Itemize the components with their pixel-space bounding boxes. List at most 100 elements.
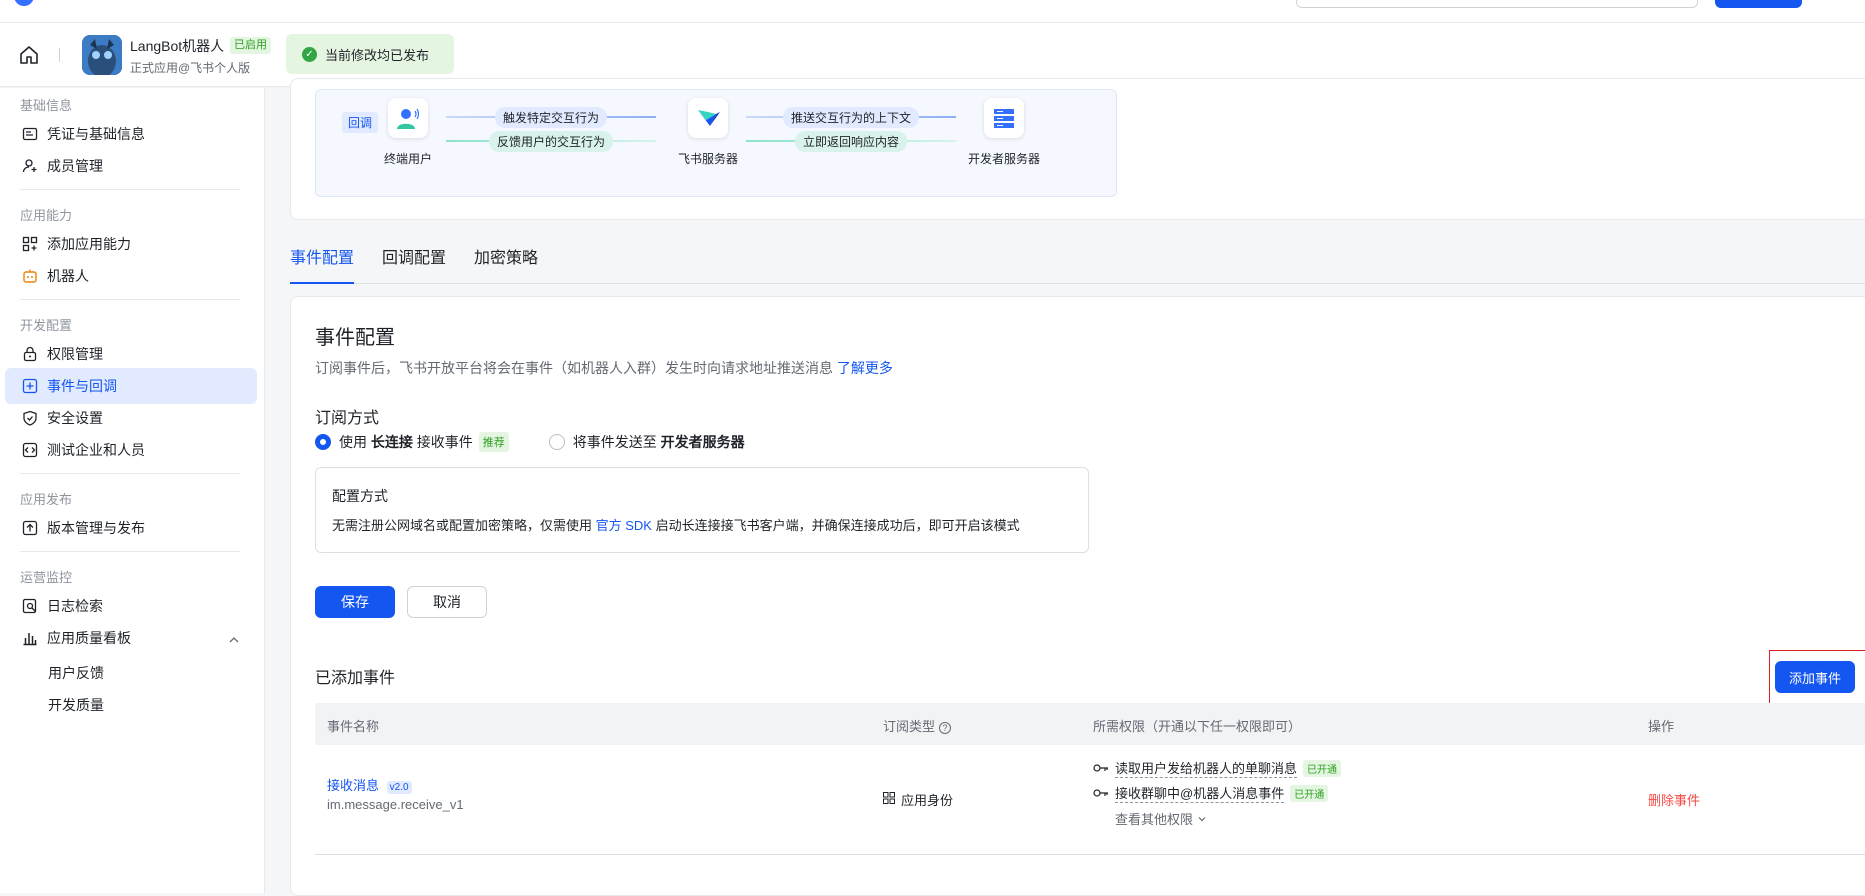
version-tag: v2.0 (386, 781, 412, 794)
sidebar-divider (20, 473, 240, 474)
status-badge: 已启用 (230, 37, 271, 54)
sidebar-divider (20, 551, 240, 552)
tab-callback-config[interactable]: 回调配置 (382, 244, 446, 284)
sidebar-item-events[interactable]: 事件与回调 (5, 368, 257, 404)
sidebar-item-credentials[interactable]: 凭证与基础信息 (5, 116, 257, 152)
option-text: 接收事件 (416, 434, 473, 450)
log-search-icon (21, 597, 39, 615)
key-icon (1093, 761, 1109, 776)
sidebar-item-quality[interactable]: 应用质量看板 (5, 620, 257, 656)
sidebar-item-versions[interactable]: 版本管理与发布 (5, 510, 257, 546)
code-icon (21, 441, 39, 459)
radio-long-connection[interactable] (315, 434, 331, 450)
sidebar-subitem-dev-quality[interactable]: 开发质量 (48, 695, 104, 715)
config-text: 无需注册公网域名或配置加密策略，仅需使用 (332, 518, 593, 533)
sidebar-group-dev: 开发配置 (20, 318, 73, 333)
credential-icon (21, 125, 39, 143)
sidebar-item-label: 应用质量看板 (47, 630, 131, 646)
callback-flow-card: 回调 终端用户 飞书服务器 开发者服务器 触发特定交互行为 反馈用户的交互行为 … (290, 78, 1865, 220)
sidebar-item-label: 凭证与基础信息 (47, 126, 145, 142)
app-subtitle: 正式应用@飞书个人版 (130, 61, 251, 75)
chevron-down-icon (1198, 816, 1206, 821)
dev-server-icon (984, 98, 1024, 138)
event-name-cell: 接收消息 v2.0 (327, 775, 412, 794)
section-description-text: 订阅事件后，飞书开放平台将会在事件（如机器人入群）发生时向请求地址推送消息 (315, 360, 833, 376)
events-table-header: 事件名称 订阅类型? 所需权限（开通以下任一权限即可） 操作 (315, 703, 1865, 745)
event-name-link[interactable]: 接收消息 (327, 778, 379, 793)
robot-icon (21, 267, 39, 285)
help-icon[interactable]: ? (939, 721, 952, 734)
section-description: 订阅事件后，飞书开放平台将会在事件（如机器人入群）发生时向请求地址推送消息 了解… (315, 358, 893, 378)
bar-chart-icon (21, 629, 39, 647)
publish-status: ✓ 当前修改均已发布 (286, 34, 454, 74)
option-text: 使用 (339, 434, 367, 450)
flow-arrow-label: 触发特定交互行为 (494, 107, 608, 128)
upload-icon (21, 519, 39, 537)
shield-icon (21, 409, 39, 427)
sidebar-item-label: 版本管理与发布 (47, 520, 145, 536)
sidebar-item-label: 安全设置 (47, 410, 103, 426)
sidebar-item-label: 日志检索 (47, 598, 103, 614)
config-text: 启动长连接接飞书客户端，并确保连接成功后，即可开启该模式 (655, 518, 1020, 533)
flow-arrow-label: 推送交互行为的上下文 (782, 107, 920, 128)
event-icon (21, 377, 39, 395)
main-content: 回调 终端用户 飞书服务器 开发者服务器 触发特定交互行为 反馈用户的交互行为 … (290, 78, 1865, 896)
add-member-icon (21, 157, 39, 175)
sidebar-divider (20, 299, 240, 300)
official-sdk-link[interactable]: 官方 SDK (596, 518, 652, 533)
permission-item: 读取用户发给机器人的单聊消息 已开通 (1093, 758, 1342, 778)
radio-dev-server[interactable] (548, 434, 565, 450)
sidebar-item-label: 权限管理 (47, 346, 103, 362)
column-header: 事件名称 (327, 719, 380, 734)
key-icon (1093, 786, 1109, 801)
column-header-text: 订阅类型 (883, 719, 936, 734)
more-permissions-toggle[interactable]: 查看其他权限 (1115, 809, 1207, 828)
sidebar-item-permissions[interactable]: 权限管理 (5, 336, 257, 372)
more-permissions-label: 查看其他权限 (1115, 812, 1194, 827)
permission-label[interactable]: 读取用户发给机器人的单聊消息 (1115, 758, 1298, 778)
tab-event-config[interactable]: 事件配置 (290, 244, 355, 284)
end-user-icon (388, 98, 428, 138)
identity-grid-icon (883, 792, 895, 807)
search-input[interactable] (1296, 0, 1698, 8)
top-action-button[interactable] (1715, 0, 1802, 8)
option-bold: 开发者服务器 (660, 434, 745, 450)
sidebar-item-test-org[interactable]: 测试企业和人员 (5, 432, 257, 468)
permission-label[interactable]: 接收群聊中@机器人消息事件 (1115, 783, 1285, 803)
column-header: 所需权限（开通以下任一权限即可） (1093, 719, 1302, 734)
app-name: LangBot机器人 (130, 38, 225, 54)
cancel-button[interactable]: 取消 (407, 586, 487, 618)
callback-flow-diagram: 回调 终端用户 飞书服务器 开发者服务器 触发特定交互行为 反馈用户的交互行为 … (315, 89, 1117, 197)
flow-node-label: 飞书服务器 (677, 152, 739, 166)
add-event-button[interactable]: 添加事件 (1775, 661, 1855, 693)
event-config-card: 事件配置 订阅事件后，飞书开放平台将会在事件（如机器人入群）发生时向请求地址推送… (290, 296, 1865, 896)
option-text: 将事件发送至 (572, 434, 657, 450)
config-tabs: 事件配置 回调配置 加密策略 (290, 244, 1865, 284)
learn-more-link[interactable]: 了解更多 (837, 360, 893, 376)
sidebar-subitem-feedback[interactable]: 用户反馈 (48, 663, 104, 683)
sidebar-item-label: 成员管理 (47, 158, 103, 174)
sidebar-item-members[interactable]: 成员管理 (5, 148, 257, 184)
sub-type-text: 应用身份 (901, 793, 954, 808)
delete-event-link[interactable]: 删除事件 (1648, 790, 1700, 809)
sidebar-item-label: 添加应用能力 (47, 236, 131, 252)
sub-type-cell: 应用身份 (883, 790, 953, 809)
sidebar-item-label: 机器人 (47, 268, 89, 284)
column-header: 订阅类型? (883, 716, 952, 735)
save-button[interactable]: 保存 (315, 586, 395, 618)
permission-item: 接收群聊中@机器人消息事件 已开通 (1093, 783, 1329, 803)
home-icon[interactable] (18, 44, 40, 66)
sidebar-item-logs[interactable]: 日志检索 (5, 588, 257, 624)
sidebar-item-add-capability[interactable]: 添加应用能力 (5, 226, 257, 262)
apps-grid-icon (21, 235, 39, 253)
sidebar-group-ops: 运营监控 (20, 570, 73, 585)
sidebar-item-security[interactable]: 安全设置 (5, 400, 257, 436)
added-events-title: 已添加事件 (315, 670, 396, 687)
check-circle-icon: ✓ (302, 46, 317, 62)
config-method-title: 配置方式 (332, 488, 388, 504)
flow-node-label: 开发者服务器 (967, 152, 1041, 166)
chevron-up-icon[interactable] (228, 634, 240, 646)
config-method-box: 配置方式 无需注册公网域名或配置加密策略，仅需使用 官方 SDK 启动长连接接飞… (315, 467, 1089, 553)
tab-encryption[interactable]: 加密策略 (474, 244, 538, 284)
sidebar-item-robot[interactable]: 机器人 (5, 258, 257, 294)
